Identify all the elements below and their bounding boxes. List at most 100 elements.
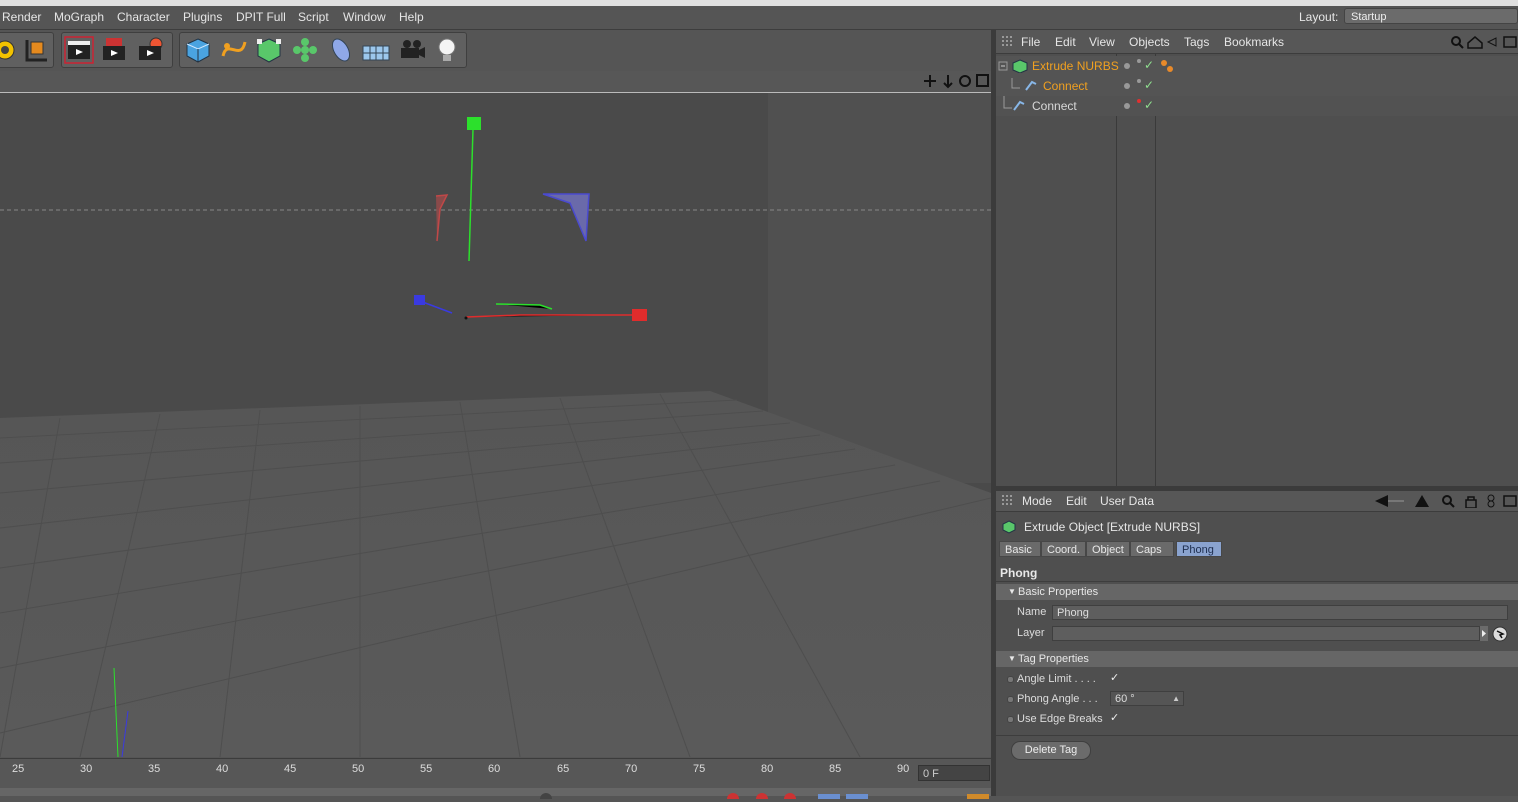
object-row-extrude-nurbs[interactable]: Extrude NURBS ✓ — [996, 56, 1518, 76]
dolly-view-icon — [943, 75, 953, 89]
tab-object[interactable]: Object — [1086, 541, 1130, 557]
animate-dot-icon[interactable] — [1007, 716, 1014, 723]
editor-visibility-dot[interactable] — [1124, 63, 1130, 69]
deformer-icon — [331, 38, 351, 62]
home-icon — [1467, 36, 1483, 49]
angle-limit-checkbox[interactable]: ✓ — [1110, 673, 1121, 684]
phong-angle-field[interactable]: 60 ° ▲ — [1110, 691, 1184, 706]
object-name-label: Connect — [1043, 79, 1088, 93]
render-view-button[interactable] — [64, 36, 94, 64]
stepper-arrows-icon[interactable]: ▲ — [1172, 691, 1180, 706]
cube-object-button[interactable] — [183, 36, 213, 64]
phong-tag-icon[interactable] — [1160, 59, 1174, 73]
editor-visibility-dot[interactable] — [1124, 103, 1130, 109]
layout-select[interactable]: Startup — [1344, 8, 1518, 24]
am-toolbar-icons[interactable] — [1374, 494, 1518, 508]
light-bulb-icon — [438, 38, 456, 61]
group-basic-properties[interactable]: ▼ Basic Properties — [996, 584, 1518, 600]
panel-grip-icon[interactable] — [1002, 36, 1014, 48]
panel-grip-icon[interactable] — [1002, 495, 1014, 507]
current-frame-field[interactable]: 0 F — [918, 765, 990, 781]
render-picture-viewer-button[interactable] — [100, 36, 130, 64]
timeline-tick: 40 — [216, 763, 229, 775]
attribute-manager-menubar: Mode Edit User Data — [996, 491, 1518, 512]
object-name-label: Connect — [1032, 99, 1077, 113]
viewport-header — [0, 71, 991, 93]
deformer-button[interactable] — [326, 36, 356, 64]
om-menu-bookmarks[interactable]: Bookmarks — [1224, 35, 1284, 49]
object-manager: File Edit View Objects Tags Bookmarks Ex… — [996, 30, 1518, 486]
om-menu-file[interactable]: File — [1021, 35, 1040, 49]
menu-help[interactable]: Help — [399, 10, 424, 24]
timeline-tick: 65 — [557, 763, 570, 775]
playback-buttons-icons[interactable] — [0, 791, 994, 802]
playback-controls-bar — [0, 788, 994, 802]
nurbs-button[interactable] — [254, 36, 284, 64]
render-visibility-dot[interactable] — [1137, 59, 1141, 63]
am-menu-mode[interactable]: Mode — [1022, 494, 1052, 508]
timeline-ruler[interactable]: 25 30 35 40 45 50 55 60 65 70 75 80 85 9… — [0, 758, 994, 789]
attribute-object-title: Extrude Object [Extrude NURBS] — [1024, 520, 1201, 534]
enabled-check-icon[interactable]: ✓ — [1144, 78, 1154, 92]
tab-phong[interactable]: Phong — [1176, 541, 1222, 557]
floor-button[interactable] — [361, 36, 391, 64]
enabled-check-icon[interactable]: ✓ — [1144, 58, 1154, 72]
camera-icon — [401, 40, 425, 58]
angle-limit-label: Angle Limit . . . . — [1017, 673, 1096, 685]
viewport-nav-icons[interactable] — [924, 74, 990, 89]
timeline-tick: 50 — [352, 763, 365, 775]
om-menu-objects[interactable]: Objects — [1129, 35, 1170, 49]
name-field[interactable]: Phong — [1052, 605, 1508, 620]
use-edge-breaks-label: Use Edge Breaks — [1017, 713, 1103, 725]
om-menu-view[interactable]: View — [1089, 35, 1115, 49]
menu-window[interactable]: Window — [343, 10, 386, 24]
phong-angle-label: Phong Angle . . . — [1017, 693, 1098, 705]
om-toolbar-icons[interactable] — [1450, 35, 1518, 49]
render-settings-button[interactable] — [136, 36, 166, 64]
array-button[interactable] — [290, 36, 320, 64]
group-tag-properties[interactable]: ▼ Tag Properties — [996, 651, 1518, 667]
menu-dpit-full[interactable]: DPIT Full — [236, 10, 286, 24]
tab-basic[interactable]: Basic — [999, 541, 1041, 557]
section-divider — [996, 735, 1518, 736]
delete-tag-button[interactable]: Delete Tag — [1011, 741, 1091, 760]
nurbs-cube-icon — [1012, 59, 1028, 73]
axis-cube-icon — [25, 40, 47, 62]
object-row-connect[interactable]: Connect ✓ — [996, 96, 1518, 116]
menu-render[interactable]: Render — [2, 10, 41, 24]
menu-character[interactable]: Character — [117, 10, 170, 24]
timeline-tick: 35 — [148, 763, 161, 775]
spline-button[interactable] — [219, 36, 249, 64]
timeline-tick: 75 — [693, 763, 706, 775]
editor-visibility-dot[interactable] — [1124, 83, 1130, 89]
render-visibility-dot[interactable] — [1137, 99, 1141, 103]
main-menubar: Render MoGraph Character Plugins DPIT Fu… — [0, 6, 1518, 30]
am-menu-user-data[interactable]: User Data — [1100, 494, 1154, 508]
om-column-separator — [1116, 54, 1117, 486]
menu-script[interactable]: Script — [298, 10, 329, 24]
layer-field[interactable] — [1052, 626, 1480, 641]
object-row-connect-child[interactable]: Connect ✓ — [996, 76, 1518, 96]
am-menu-edit[interactable]: Edit — [1066, 494, 1087, 508]
menu-mograph[interactable]: MoGraph — [54, 10, 104, 24]
tab-coord[interactable]: Coord. — [1041, 541, 1086, 557]
om-menu-edit[interactable]: Edit — [1055, 35, 1076, 49]
timeline-tick: 55 — [420, 763, 433, 775]
animate-dot-icon[interactable] — [1007, 696, 1014, 703]
object-axis-button[interactable] — [21, 36, 51, 64]
extrude-nurbs-tree-icon — [998, 59, 1028, 73]
om-menu-tags[interactable]: Tags — [1184, 35, 1209, 49]
enabled-check-icon[interactable]: ✓ — [1144, 98, 1154, 112]
tab-caps[interactable]: Caps — [1130, 541, 1174, 557]
z-axis-handle — [414, 295, 425, 305]
render-visibility-dot[interactable] — [1137, 79, 1141, 83]
menu-plugins[interactable]: Plugins — [183, 10, 222, 24]
floor-grid-icon — [362, 45, 390, 61]
light-button[interactable] — [432, 36, 462, 64]
use-edge-breaks-checkbox[interactable]: ✓ — [1110, 713, 1121, 724]
new-window-icon — [1503, 495, 1517, 507]
camera-button[interactable] — [397, 36, 427, 64]
layer-picker-icons[interactable] — [1480, 626, 1510, 642]
animate-dot-icon[interactable] — [1007, 676, 1014, 683]
3d-viewport[interactable] — [0, 93, 991, 757]
